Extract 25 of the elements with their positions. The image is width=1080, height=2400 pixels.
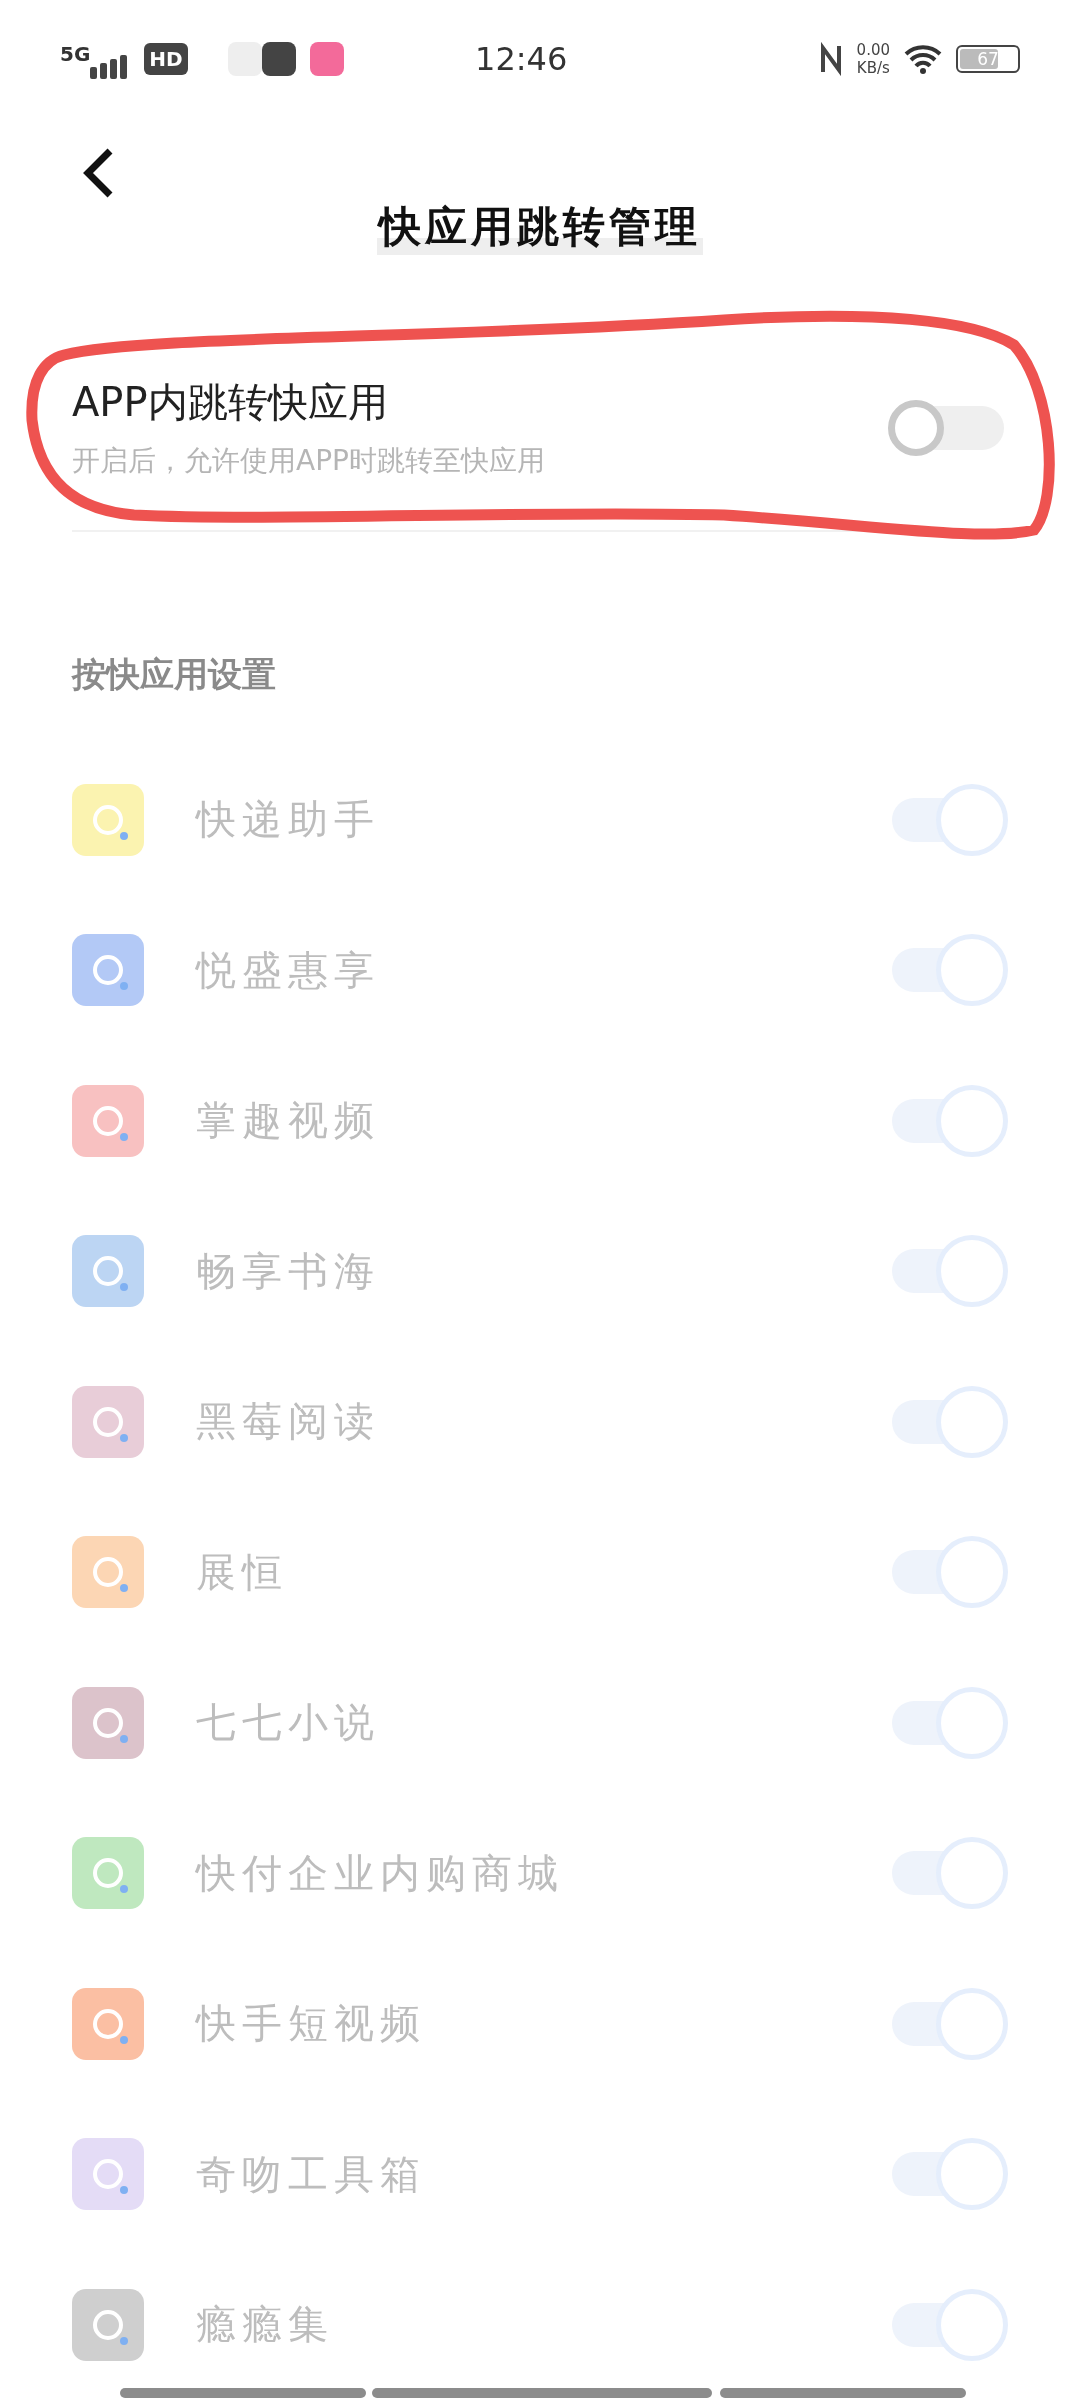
speed-value: 0.00 — [856, 40, 890, 59]
notification-icon — [261, 41, 296, 76]
app-name: 畅享书海 — [196, 1246, 381, 1296]
app-name: 快递助手 — [196, 795, 381, 845]
network-type: 5G — [60, 42, 91, 66]
battery-level: 67 — [976, 47, 1000, 71]
app-name: 掌趣视频 — [196, 1096, 381, 1146]
setting-description: 开启后，允许使用APP时跳转至快应用 — [72, 443, 546, 480]
speed-unit: KB/s — [856, 58, 890, 77]
nfc-icon — [818, 41, 843, 76]
app-name: 瘾瘾集 — [196, 2300, 335, 2350]
wifi-icon — [904, 43, 942, 74]
notification-icon — [309, 41, 344, 76]
app-name: 快手短视频 — [196, 1999, 427, 2049]
clock: 12:46 — [474, 39, 569, 78]
setting-title: APP内跳转快应用 — [72, 378, 389, 428]
app-name: 展恒 — [196, 1547, 289, 1597]
app-name: 快付企业内购商城 — [196, 1848, 565, 1898]
section-title: 按快应用设置 — [70, 653, 277, 697]
hd-badge: HD — [144, 42, 188, 75]
app-name: 悦盛惠享 — [196, 945, 381, 995]
app-name: 奇吻工具箱 — [196, 2149, 427, 2199]
app-name: 七七小说 — [196, 1698, 381, 1748]
notification-icon — [227, 41, 262, 76]
app-name: 黑莓阅读 — [196, 1397, 381, 1447]
